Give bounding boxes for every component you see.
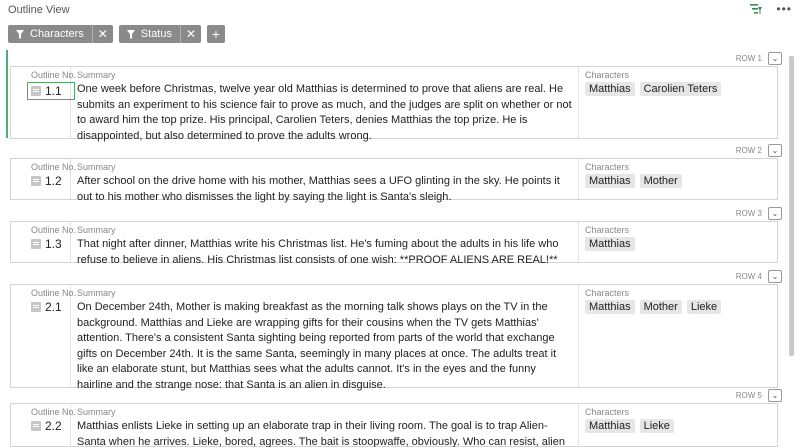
document-icon — [31, 302, 41, 312]
summary-text[interactable]: After school on the drive home with his … — [77, 174, 572, 205]
outline-no-label: Outline No. — [31, 162, 77, 172]
chevron-down-icon[interactable]: ⌄ — [768, 51, 782, 65]
character-tag[interactable]: Mother — [639, 174, 682, 188]
row-label: ROW 4 — [735, 271, 762, 281]
document-icon — [31, 239, 41, 249]
summary-label: Summary — [77, 288, 116, 298]
character-tag[interactable]: Matthias — [585, 174, 635, 188]
remove-filter-icon[interactable]: ✕ — [179, 25, 201, 43]
character-tag[interactable]: Matthias — [585, 419, 635, 433]
outline-row: ROW 3 ⌄ Outline No. 1.3 Summary That nig… — [8, 205, 786, 266]
filter-chip-label: Status — [140, 28, 172, 40]
outline-no-label: Outline No. — [31, 225, 77, 235]
chevron-down-icon[interactable]: ⌄ — [768, 269, 782, 283]
character-tag[interactable]: Mother — [639, 300, 682, 314]
vertical-scrollbar[interactable] — [789, 56, 794, 356]
character-tag[interactable]: Carolien Teters — [639, 82, 722, 96]
summary-text[interactable]: Matthias enlists Lieke in setting up an … — [77, 419, 572, 447]
outline-no-value: 1.3 — [45, 237, 62, 251]
funnel-icon — [16, 29, 24, 39]
row-label: ROW 1 — [735, 53, 762, 63]
characters-label: Characters — [585, 70, 630, 80]
characters-label: Characters — [585, 288, 630, 298]
row-label: ROW 3 — [735, 208, 762, 218]
outline-no-field[interactable]: 2.1 — [31, 300, 66, 314]
characters-tags[interactable]: Matthias Lieke — [585, 419, 771, 433]
outline-no-value: 1.1 — [45, 84, 62, 98]
characters-tags[interactable]: Matthias Carolien Teters — [585, 82, 771, 96]
character-tag[interactable]: Matthias — [585, 300, 635, 314]
outline-row: ROW 2 ⌄ Outline No. 1.2 Summary After sc… — [8, 142, 786, 203]
outline-no-value: 2.2 — [45, 419, 62, 433]
document-icon — [31, 421, 41, 431]
chevron-down-icon[interactable]: ⌄ — [768, 206, 782, 220]
outline-row: ROW 1 ⌄ Outline No. 1.1 Summary One week… — [8, 50, 786, 142]
outline-no-label: Outline No. — [31, 70, 77, 80]
outline-no-field[interactable]: 1.3 — [31, 237, 66, 251]
outline-no-label: Outline No. — [31, 407, 77, 417]
characters-label: Characters — [585, 225, 630, 235]
funnel-icon — [126, 29, 135, 39]
document-icon — [31, 86, 41, 96]
characters-tags[interactable]: Matthias Mother Lieke — [585, 300, 771, 314]
character-tag[interactable]: Lieke — [686, 300, 722, 314]
summary-text[interactable]: That night after dinner, Matthias write … — [77, 237, 572, 268]
outline-no-value: 2.1 — [45, 300, 62, 314]
outline-no-field[interactable]: 1.1 — [27, 82, 75, 100]
filter-chip-status[interactable]: Status ✕ — [118, 25, 201, 43]
summary-label: Summary — [77, 225, 116, 235]
chevron-down-icon[interactable]: ⌄ — [768, 143, 782, 157]
filter-chip-label: Characters — [30, 28, 84, 40]
character-tag[interactable]: Matthias — [585, 237, 635, 251]
characters-tags[interactable]: Matthias — [585, 237, 771, 251]
outline-list: ROW 1 ⌄ Outline No. 1.1 Summary One week… — [6, 50, 786, 447]
outline-no-field[interactable]: 1.2 — [31, 174, 66, 188]
add-filter-button[interactable]: + — [206, 25, 225, 43]
view-title: Outline View — [8, 4, 70, 16]
row-label: ROW 2 — [735, 145, 762, 155]
summary-label: Summary — [77, 407, 116, 417]
characters-label: Characters — [585, 407, 630, 417]
character-tag[interactable]: Lieke — [639, 419, 674, 433]
outline-no-label: Outline No. — [31, 288, 77, 298]
row-label: ROW 5 — [735, 390, 762, 400]
summary-text[interactable]: One week before Christmas, twelve year o… — [77, 82, 572, 144]
outline-row: ROW 5 ⌄ Outline No. 2.2 Summary Matthias… — [8, 387, 786, 447]
outline-no-field[interactable]: 2.2 — [31, 419, 66, 433]
document-icon — [31, 176, 41, 186]
remove-filter-icon[interactable]: ✕ — [91, 25, 113, 43]
outline-no-value: 1.2 — [45, 174, 62, 188]
character-tag[interactable]: Matthias — [585, 82, 635, 96]
characters-tags[interactable]: Matthias Mother — [585, 174, 771, 188]
filter-chip-characters[interactable]: Characters ✕ — [8, 25, 113, 43]
filter-icon[interactable] — [750, 3, 763, 15]
summary-label: Summary — [77, 70, 116, 80]
summary-text[interactable]: On December 24th, Mother is making break… — [77, 300, 572, 393]
more-options-icon[interactable]: ••• — [776, 3, 792, 15]
outline-row: ROW 4 ⌄ Outline No. 2.1 Summary On Decem… — [8, 268, 786, 391]
filter-bar: Characters ✕ Status ✕ + — [8, 25, 225, 43]
characters-label: Characters — [585, 162, 630, 172]
summary-label: Summary — [77, 162, 116, 172]
chevron-down-icon[interactable]: ⌄ — [768, 388, 782, 402]
